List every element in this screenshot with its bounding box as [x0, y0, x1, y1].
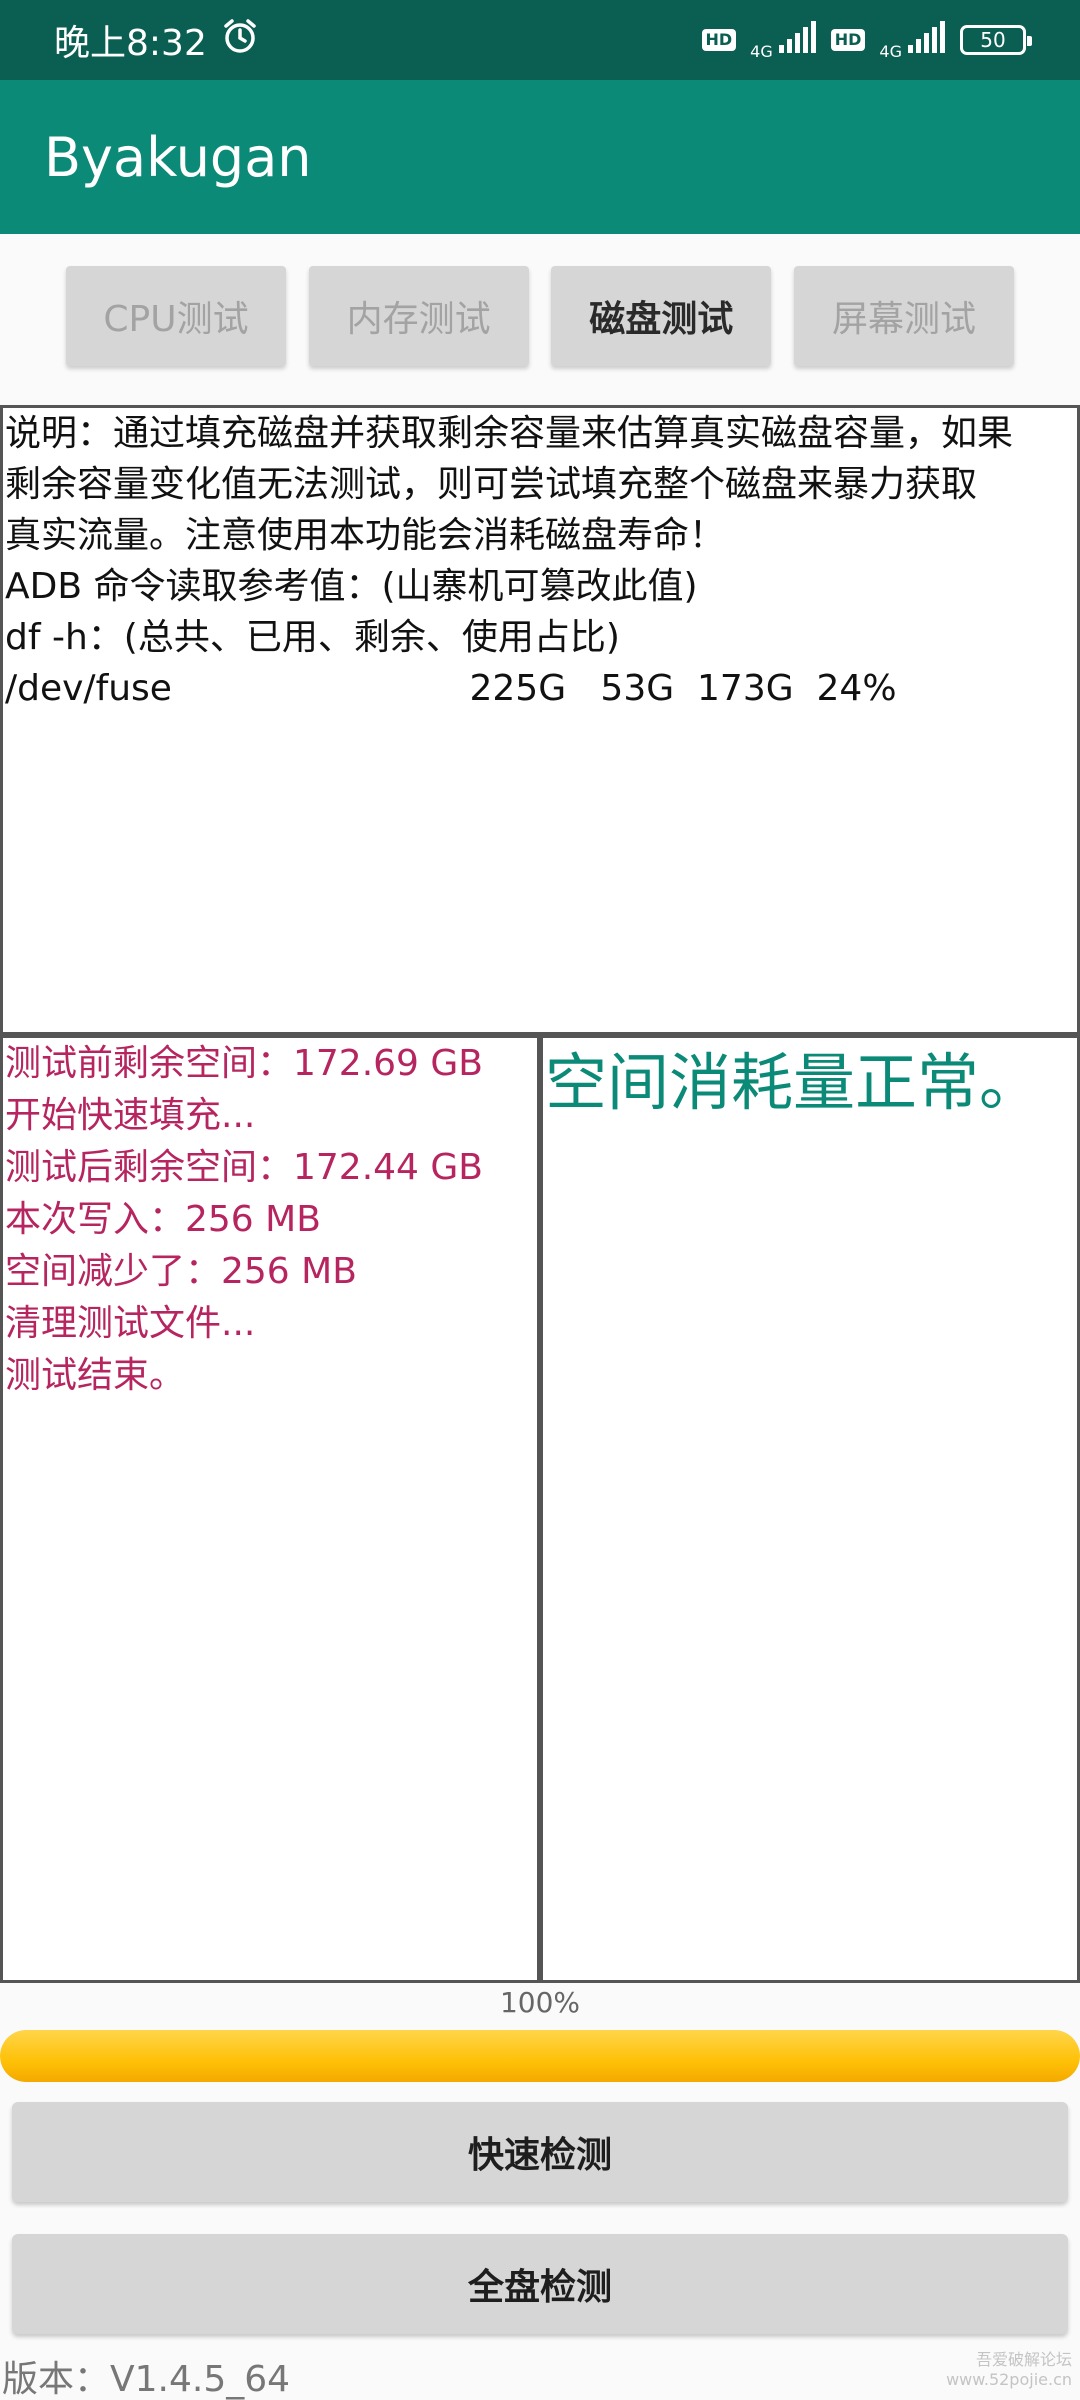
log-line: 测试前剩余空间：172.69 GB: [5, 1043, 484, 1084]
quick-check-button[interactable]: 快速检测: [12, 2102, 1068, 2202]
watermark-line: 吾爱破解论坛: [975, 2350, 1072, 2369]
status-time: 晚上8:32: [54, 23, 207, 64]
app-title: Byakugan: [44, 125, 312, 189]
description-line: 说明：通过填充磁盘并获取剩余容量来估算真实磁盘容量，如果: [5, 413, 1014, 454]
tab-disk-test[interactable]: 磁盘测试: [551, 266, 772, 366]
log-line: 开始快速填充...: [5, 1095, 256, 1136]
status-bar: 晚上8:32 HD 4G HD 4G 50: [0, 0, 1080, 80]
progress-bar: [0, 2030, 1080, 2082]
result-panel: 空间消耗量正常。: [540, 1035, 1080, 1983]
log-line: 本次写入：256 MB: [5, 1199, 321, 1240]
log-line: 空间减少了：256 MB: [5, 1251, 357, 1292]
log-line: 清理测试文件...: [5, 1303, 256, 1344]
test-tabs: CPU测试 内存测试 磁盘测试 屏幕测试: [66, 266, 1014, 368]
status-right: HD 4G HD 4G 50: [701, 20, 1032, 61]
log-line: 测试结束。: [5, 1355, 186, 1396]
df-result-line: /dev/fuse 225G 53G 173G 24%: [5, 668, 897, 709]
full-disk-check-button[interactable]: 全盘检测: [12, 2234, 1068, 2334]
signal-icon-2: [906, 21, 946, 59]
progress-label: 100%: [499, 1986, 581, 2019]
hd-badge-2: HD: [830, 29, 866, 51]
status-left: 晚上8:32: [54, 14, 259, 66]
df-header-line: df -h：(总共、已用、剩余、使用占比): [5, 617, 620, 658]
test-log-panel: 测试前剩余空间：172.69 GB 开始快速填充... 测试后剩余空间：172.…: [0, 1035, 540, 1983]
description-line: 剩余容量变化值无法测试，则可尝试填充整个磁盘来暴力获取: [5, 464, 978, 505]
watermark-line: www.52pojie.cn: [946, 2370, 1072, 2389]
battery-icon: 50: [960, 25, 1032, 55]
version-label: 版本：V1.4.5_64: [2, 2359, 291, 2400]
description-panel: 说明：通过填充磁盘并获取剩余容量来估算真实磁盘容量，如果 剩余容量变化值无法测试…: [0, 405, 1080, 1035]
description-line: 真实流量。注意使用本功能会消耗磁盘寿命！: [5, 515, 726, 556]
alarm-icon: [221, 17, 259, 64]
result-text: 空间消耗量正常。: [545, 1046, 1042, 1119]
signal-icon-1: [777, 21, 817, 59]
app-bar: Byakugan: [0, 80, 1080, 234]
tab-cpu-test[interactable]: CPU测试: [66, 266, 286, 366]
network-type-2: 4G: [879, 41, 902, 61]
progress-fill: [0, 2030, 1080, 2082]
tab-screen-test[interactable]: 屏幕测试: [793, 266, 1014, 366]
battery-level: 50: [980, 28, 1006, 52]
hd-badge-1: HD: [701, 29, 737, 51]
tab-memory-test[interactable]: 内存测试: [308, 266, 529, 366]
network-type-1: 4G: [750, 41, 773, 61]
log-line: 测试后剩余空间：172.44 GB: [5, 1147, 484, 1188]
adb-reference-line: ADB 命令读取参考值：(山寨机可篡改此值): [5, 566, 698, 607]
watermark: 吾爱破解论坛 www.52pojie.cn: [946, 2350, 1072, 2390]
